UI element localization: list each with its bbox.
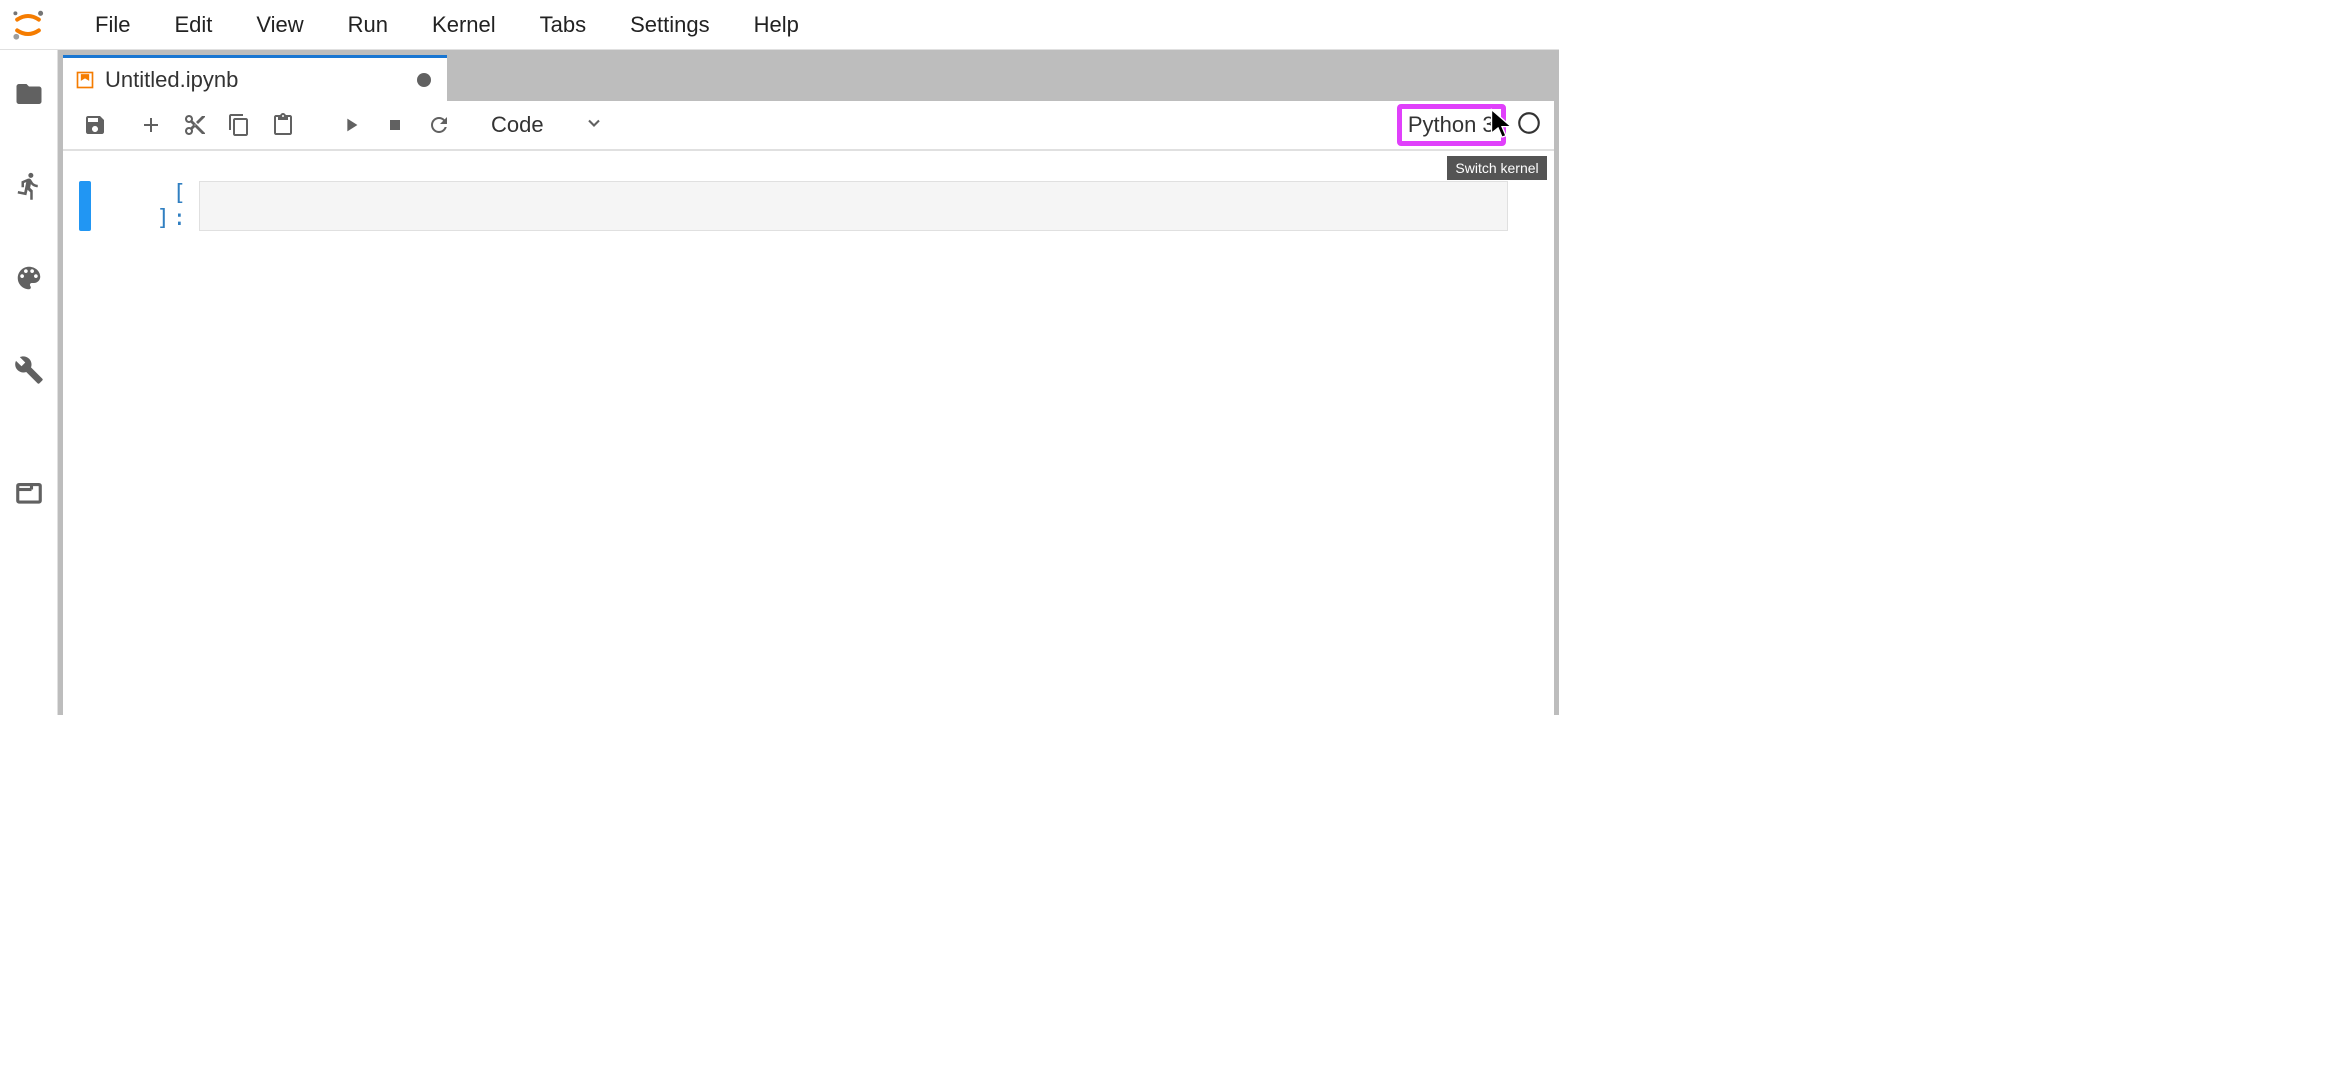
menu-bar: File Edit View Run Kernel Tabs Settings … xyxy=(0,0,1559,50)
menu-settings[interactable]: Settings xyxy=(608,0,732,50)
cell-area: [ ]: xyxy=(63,151,1554,715)
menu-run[interactable]: Run xyxy=(326,0,410,50)
restart-button[interactable] xyxy=(419,105,459,145)
commands-icon[interactable] xyxy=(13,262,45,294)
stop-button[interactable] xyxy=(375,105,415,145)
cut-button[interactable] xyxy=(175,105,215,145)
left-sidebar xyxy=(0,50,58,715)
menu-view[interactable]: View xyxy=(234,0,325,50)
copy-button[interactable] xyxy=(219,105,259,145)
tab-label: Untitled.ipynb xyxy=(105,67,407,93)
run-button[interactable] xyxy=(331,105,371,145)
save-button[interactable] xyxy=(75,105,115,145)
code-cell[interactable]: [ ]: xyxy=(79,181,1538,231)
menu-edit[interactable]: Edit xyxy=(152,0,234,50)
tabs-icon[interactable] xyxy=(13,476,45,508)
chevron-down-icon xyxy=(584,113,604,138)
menu-help[interactable]: Help xyxy=(732,0,821,50)
paste-button[interactable] xyxy=(263,105,303,145)
menu-kernel[interactable]: Kernel xyxy=(410,0,518,50)
notebook-panel: Code Python 3 xyxy=(63,101,1554,715)
menu-file[interactable]: File xyxy=(73,0,152,50)
cell-type-label: Code xyxy=(491,112,544,138)
cell-type-select[interactable]: Code xyxy=(481,108,614,142)
cell-input[interactable] xyxy=(199,181,1508,231)
folder-icon[interactable] xyxy=(13,78,45,110)
kernel-status-icon xyxy=(1510,110,1542,141)
main-area: Untitled.ipynb xyxy=(58,50,1559,715)
wrench-icon[interactable] xyxy=(13,354,45,386)
running-icon[interactable] xyxy=(13,170,45,202)
kernel-tooltip: Switch kernel xyxy=(1447,156,1546,180)
cell-prompt: [ ]: xyxy=(129,181,199,231)
notebook-icon xyxy=(75,70,95,90)
menu-tabs[interactable]: Tabs xyxy=(518,0,608,50)
notebook-toolbar: Code Python 3 xyxy=(63,101,1554,151)
jupyter-logo xyxy=(8,5,48,45)
unsaved-dot-icon xyxy=(417,73,431,87)
add-cell-button[interactable] xyxy=(131,105,171,145)
cell-marker xyxy=(79,181,91,231)
kernel-name-button[interactable]: Python 3 xyxy=(1397,104,1506,146)
notebook-tab[interactable]: Untitled.ipynb xyxy=(63,55,447,101)
